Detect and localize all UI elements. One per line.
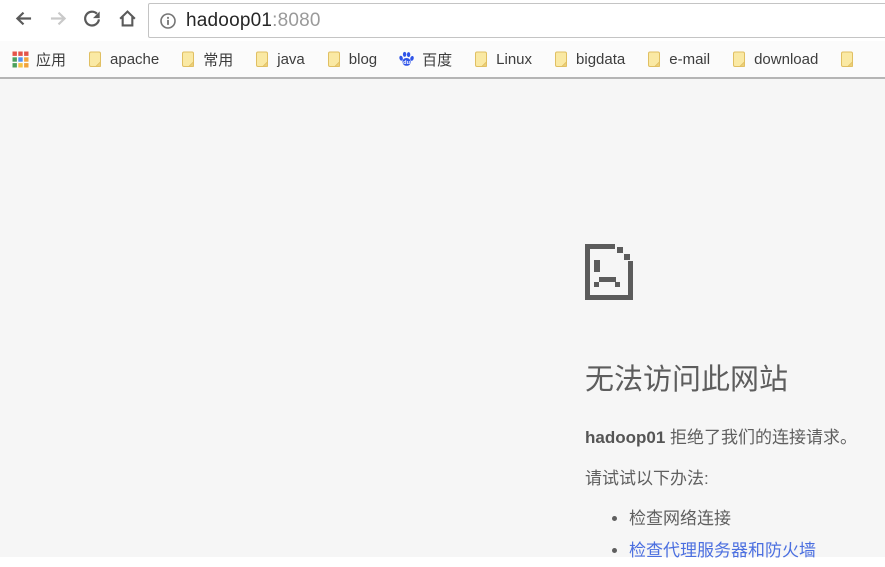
browser-toolbar: hadoop01:8080: [0, 0, 885, 41]
folder-icon: [254, 51, 270, 68]
bookmark-label: blog: [348, 50, 378, 68]
address-bar[interactable]: hadoop01:8080: [148, 3, 885, 38]
bookmark-label: 应用: [36, 51, 67, 69]
bookmark-label: Linux: [496, 50, 533, 68]
suggestion-check-network: 检查网络连接: [629, 503, 885, 535]
apps-shortcut[interactable]: 应用: [12, 49, 66, 70]
error-box: 无法访问此网站 hadoop01 拒绝了我们的连接请求。 请试试以下办法: 检查…: [585, 244, 885, 567]
suggestions-list: 检查网络连接 检查代理服务器和防火墙: [585, 503, 885, 567]
folder-icon: [87, 51, 103, 68]
home-icon: [117, 8, 138, 34]
bookmark-folder-blog[interactable]: blog: [326, 51, 377, 68]
bookmark-label: download: [754, 50, 819, 68]
forward-arrow-icon: [48, 8, 69, 34]
bookmark-label: 常用: [203, 51, 234, 69]
info-circle-icon[interactable]: [159, 12, 177, 30]
url-port: :8080: [272, 9, 321, 31]
url-host: hadoop01: [186, 9, 273, 31]
reload-button[interactable]: [80, 9, 104, 33]
suggestions-heading: 请试试以下办法:: [585, 469, 709, 488]
bookmark-label: apache: [110, 50, 160, 68]
bookmark-label: java: [277, 50, 305, 68]
error-message: hadoop01 拒绝了我们的连接请求。: [585, 426, 885, 450]
sad-file-icon: [585, 244, 885, 305]
suggestion-item: 检查代理服务器和防火墙: [629, 535, 885, 567]
bookmark-folder-linux[interactable]: Linux: [473, 51, 532, 68]
bookmark-folder-email[interactable]: e-mail: [646, 51, 710, 68]
bookmark-folder-partial[interactable]: [839, 51, 855, 68]
bookmark-folder-java[interactable]: java: [254, 51, 305, 68]
folder-icon: [180, 51, 196, 68]
folder-icon: [326, 51, 342, 68]
bookmark-label: bigdata: [576, 50, 626, 68]
error-host: hadoop01: [585, 428, 666, 447]
home-button[interactable]: [115, 9, 139, 33]
bookmark-folder-apache[interactable]: apache: [87, 51, 159, 68]
folder-icon: [839, 51, 855, 68]
folder-icon: [646, 51, 662, 68]
error-message-text: 拒绝了我们的连接请求。: [665, 428, 858, 447]
baidu-paw-icon: du: [398, 51, 415, 68]
forward-button[interactable]: [46, 9, 70, 33]
folder-icon: [731, 51, 747, 68]
back-button[interactable]: [11, 9, 35, 33]
folder-icon: [473, 51, 489, 68]
back-arrow-icon: [13, 8, 34, 34]
bookmarks-bar: 应用 apache 常用 java blog du 百度 Linux bigda…: [0, 41, 885, 79]
bookmark-label: 百度: [422, 51, 453, 69]
reload-icon: [82, 9, 102, 34]
suggestion-check-proxy-link[interactable]: 检查代理服务器和防火墙: [629, 541, 816, 560]
error-title: 无法访问此网站: [585, 364, 789, 396]
bookmark-folder-download[interactable]: download: [731, 51, 818, 68]
bookmark-folder-changyong[interactable]: 常用: [180, 49, 233, 70]
apps-grid-icon: [12, 51, 29, 68]
page-content: 无法访问此网站 hadoop01 拒绝了我们的连接请求。 请试试以下办法: 检查…: [0, 79, 885, 560]
bookmark-label: e-mail: [669, 50, 711, 68]
folder-icon: [553, 51, 569, 68]
svg-text:du: du: [403, 60, 410, 66]
bookmark-folder-bigdata[interactable]: bigdata: [553, 51, 625, 68]
bookmark-baidu[interactable]: du 百度: [398, 49, 452, 70]
